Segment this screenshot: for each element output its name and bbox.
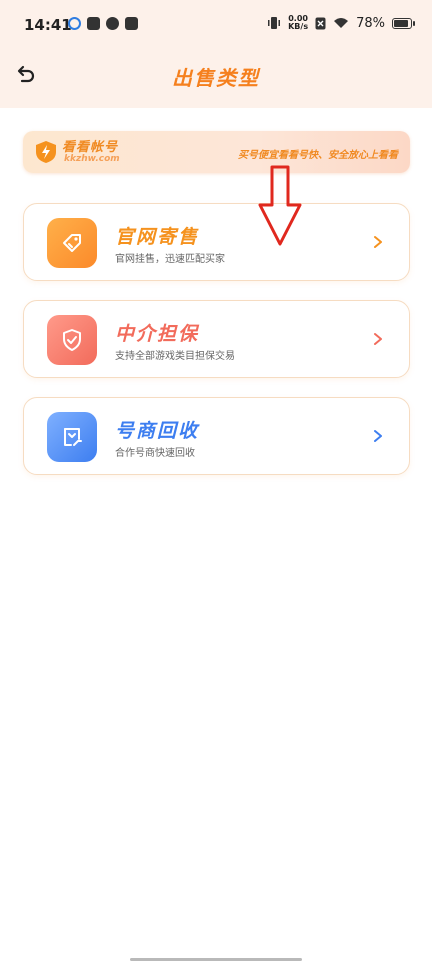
option-subtitle: 合作号商快速回收	[115, 448, 195, 459]
chevron-right-icon	[374, 333, 382, 345]
notification-icons	[68, 17, 138, 30]
home-indicator[interactable]	[130, 958, 302, 961]
vibrate-icon	[268, 17, 281, 29]
option-title: 中介担保	[115, 323, 200, 345]
price-tag-icon	[63, 234, 81, 252]
net-speed: 0.00 KB/s	[288, 14, 309, 31]
chevron-right-icon	[374, 430, 382, 442]
app-notification-icon	[68, 17, 81, 30]
escrow-icon-box	[47, 315, 97, 365]
brand-logo-icon	[36, 141, 56, 163]
sim-off-icon	[315, 17, 326, 29]
page-title: 出售类型	[172, 66, 260, 90]
message-notification-icon	[125, 17, 138, 30]
chevron-right-icon	[374, 236, 382, 248]
battery-icon	[392, 17, 415, 29]
status-time: 14:41	[24, 16, 72, 34]
battery-percent: 78%	[356, 15, 385, 31]
option-subtitle: 官网挂售，迅速匹配买家	[115, 254, 225, 265]
consignment-icon-box	[47, 218, 97, 268]
option-consignment[interactable]: 官网寄售 官网挂售，迅速匹配买家	[23, 203, 410, 281]
recycle-hand-icon	[64, 428, 82, 446]
play-notification-icon	[87, 17, 100, 30]
brand-name: 看看帐号	[62, 140, 119, 155]
option-title: 官网寄售	[115, 226, 200, 248]
system-status: 0.00 KB/s 78%	[267, 14, 415, 31]
option-dealer-recycle[interactable]: 号商回收 合作号商快速回收	[23, 397, 410, 475]
wifi-icon	[334, 18, 349, 28]
banner-slogan: 买号便宜看看号快、安全放心上看看	[238, 150, 398, 161]
shield-check-icon	[63, 329, 81, 351]
link-notification-icon	[106, 17, 119, 30]
red-down-arrow	[258, 165, 302, 246]
option-escrow[interactable]: 中介担保 支持全部游戏类目担保交易	[23, 300, 410, 378]
brand-domain: kkzhw.com	[64, 154, 120, 164]
status-bar: 14:41 0.00 KB/s 78%	[0, 0, 432, 52]
nav-bar: 出售类型	[0, 52, 432, 104]
option-title: 号商回收	[115, 420, 200, 442]
promo-banner[interactable]: 看看帐号 kkzhw.com 买号便宜看看号快、安全放心上看看	[23, 131, 410, 173]
recycle-icon-box	[47, 412, 97, 462]
option-subtitle: 支持全部游戏类目担保交易	[115, 351, 235, 362]
